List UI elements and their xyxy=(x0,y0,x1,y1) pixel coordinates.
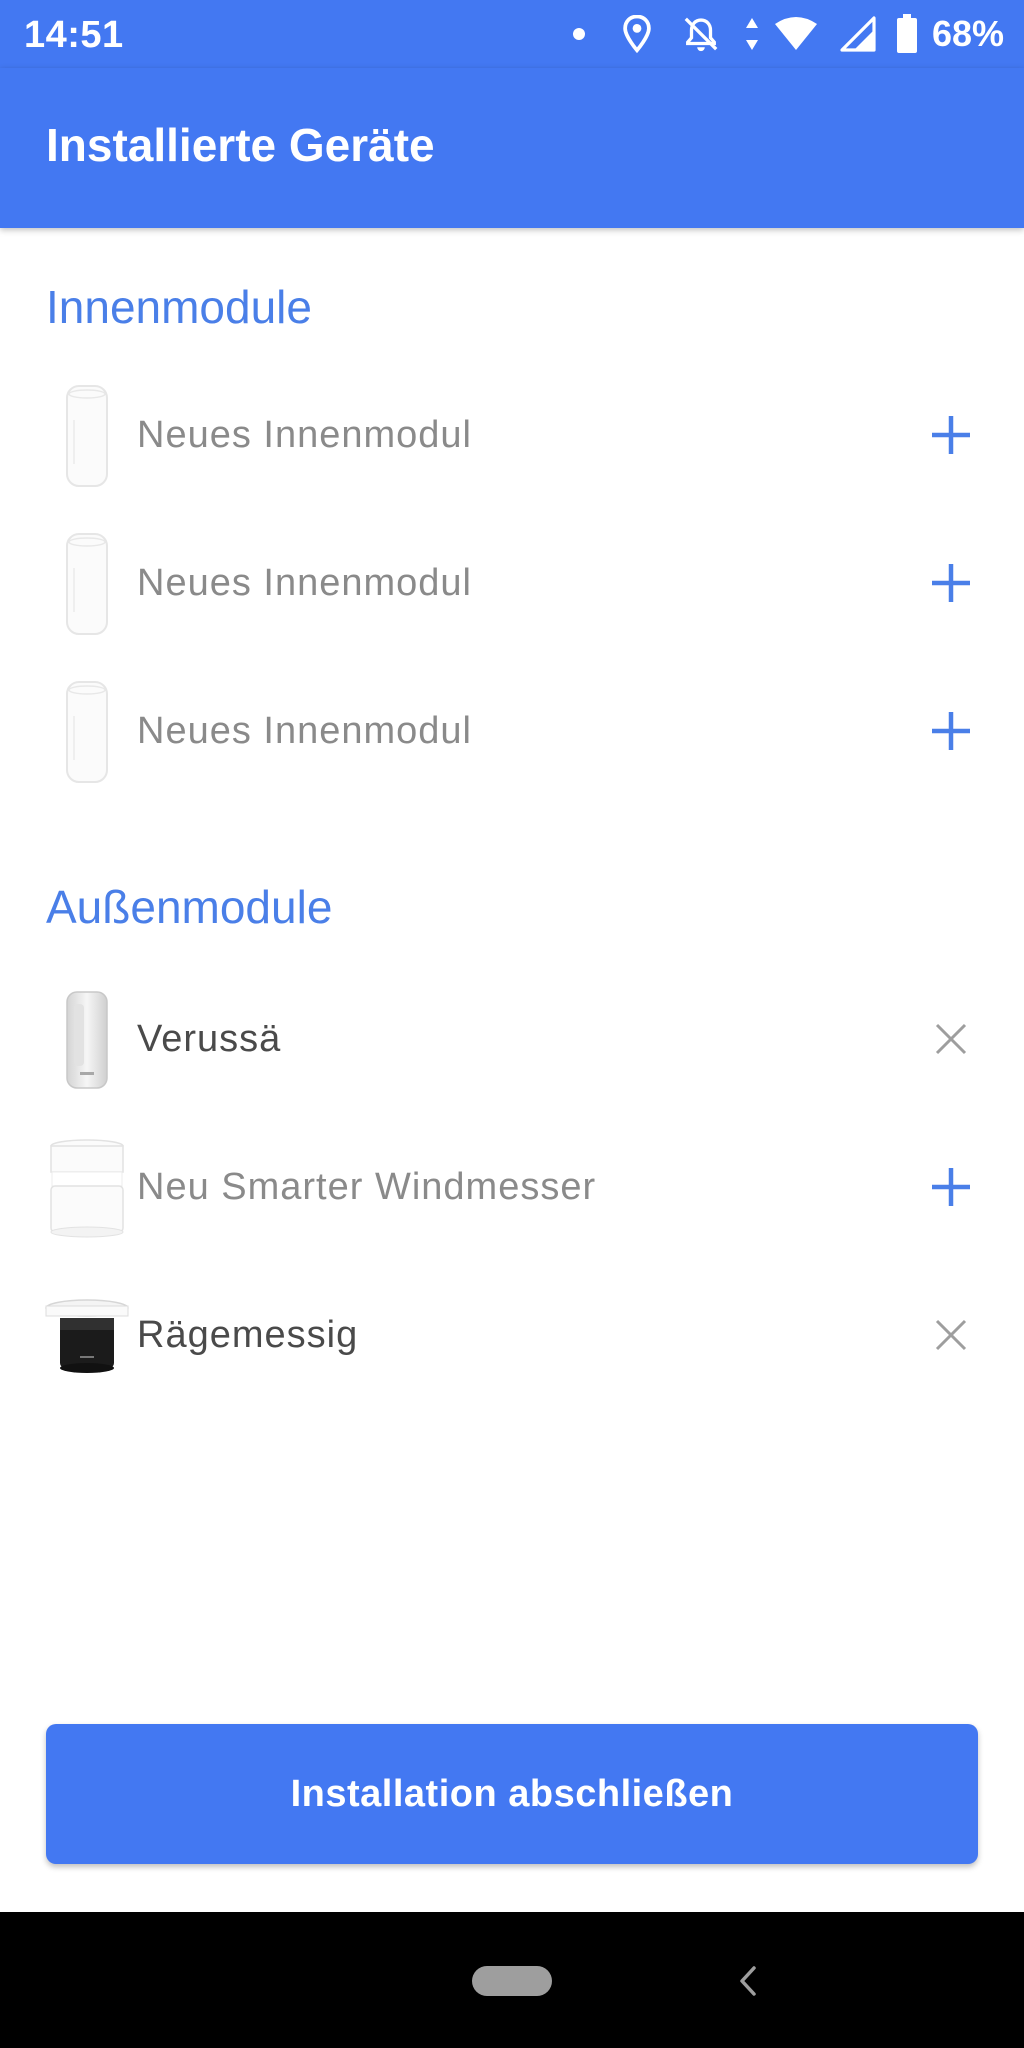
device-row[interactable]: Verussä xyxy=(0,970,1024,1110)
add-indoor-module-button[interactable] xyxy=(924,556,978,610)
device-label: Neues Innenmodul xyxy=(137,710,472,752)
indoor-module-image xyxy=(42,366,132,506)
plus-icon xyxy=(932,1168,970,1206)
home-pill-icon[interactable] xyxy=(472,1966,552,1996)
notification-dot-icon xyxy=(572,28,585,40)
device-row[interactable]: Neues Innenmodul xyxy=(0,662,1024,802)
plus-icon xyxy=(932,416,970,454)
section-title-indoor: Innenmodule xyxy=(46,281,312,333)
add-indoor-module-button[interactable] xyxy=(924,408,978,462)
section-title-outdoor: Außenmodule xyxy=(46,881,333,933)
close-icon xyxy=(935,1319,967,1351)
add-indoor-module-button[interactable] xyxy=(924,704,978,758)
remove-rain-gauge-button[interactable] xyxy=(924,1308,978,1362)
remove-outdoor-module-button[interactable] xyxy=(924,1012,978,1066)
navigation-bar xyxy=(0,1912,1024,2048)
status-time: 14:51 xyxy=(24,14,124,56)
device-label: Verussä xyxy=(137,1018,282,1060)
status-icons: 68% xyxy=(572,12,1004,56)
notifications-off-icon xyxy=(684,17,718,52)
rain-gauge-image xyxy=(42,1266,132,1406)
device-label: Neues Innenmodul xyxy=(137,562,472,604)
indoor-module-image xyxy=(42,662,132,802)
finish-installation-button[interactable]: Installation abschließen xyxy=(46,1724,978,1864)
device-label: Neues Innenmodul xyxy=(137,414,472,456)
device-row[interactable]: Neues Innenmodul xyxy=(0,514,1024,654)
outdoor-module-image xyxy=(42,970,132,1110)
wifi-icon xyxy=(774,17,817,50)
cell-signal-icon xyxy=(840,16,876,52)
close-icon xyxy=(935,1023,967,1055)
device-row[interactable]: Neu Smarter Windmesser xyxy=(0,1118,1024,1258)
page-title: Installierte Geräte xyxy=(46,119,435,171)
device-row[interactable]: Rägemessig xyxy=(0,1266,1024,1406)
data-arrows-icon xyxy=(745,18,758,50)
wind-gauge-image xyxy=(42,1118,132,1258)
device-row[interactable]: Neues Innenmodul xyxy=(0,366,1024,506)
back-chevron-icon[interactable] xyxy=(728,1958,768,2004)
plus-icon xyxy=(932,712,970,750)
app-bar: Installierte Geräte xyxy=(0,68,1024,228)
add-wind-gauge-button[interactable] xyxy=(924,1160,978,1214)
location-icon xyxy=(623,15,651,53)
battery-percent: 68% xyxy=(931,13,1004,54)
device-label: Neu Smarter Windmesser xyxy=(137,1166,597,1208)
indoor-module-image xyxy=(42,514,132,654)
device-label: Rägemessig xyxy=(137,1314,359,1356)
plus-icon xyxy=(932,564,970,602)
status-bar: 14:51 68% xyxy=(0,0,1024,68)
battery-icon xyxy=(896,14,917,53)
